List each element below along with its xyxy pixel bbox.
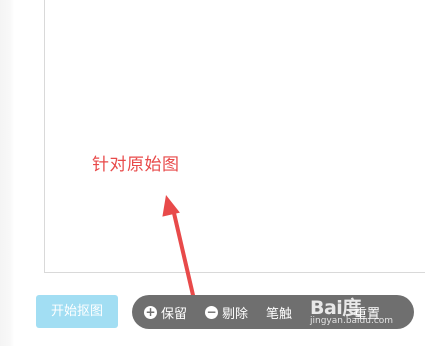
image-canvas-area[interactable] [44, 0, 425, 273]
minus-circle-icon: − [205, 304, 219, 319]
brush-tool-label: 笔触 [266, 306, 293, 322]
page-left-shadow [0, 0, 14, 346]
reset-tool-label: 重置 [354, 306, 381, 322]
remove-tool-button[interactable]: − 剔除 [205, 303, 248, 322]
annotation-label: 针对原始图 [92, 155, 180, 175]
edit-toolbar: + 保留 − 剔除 笔触 重置 [132, 295, 414, 329]
start-cutout-button[interactable]: 开始抠图 [36, 295, 118, 328]
reset-tool-button[interactable]: 重置 [354, 303, 380, 322]
remove-tool-label: 剔除 [222, 306, 249, 322]
plus-circle-icon: + [144, 304, 157, 319]
keep-tool-button[interactable]: + 保留 [144, 303, 187, 322]
keep-tool-label: 保留 [161, 306, 188, 322]
brush-size-control[interactable]: 笔触 [266, 303, 292, 322]
